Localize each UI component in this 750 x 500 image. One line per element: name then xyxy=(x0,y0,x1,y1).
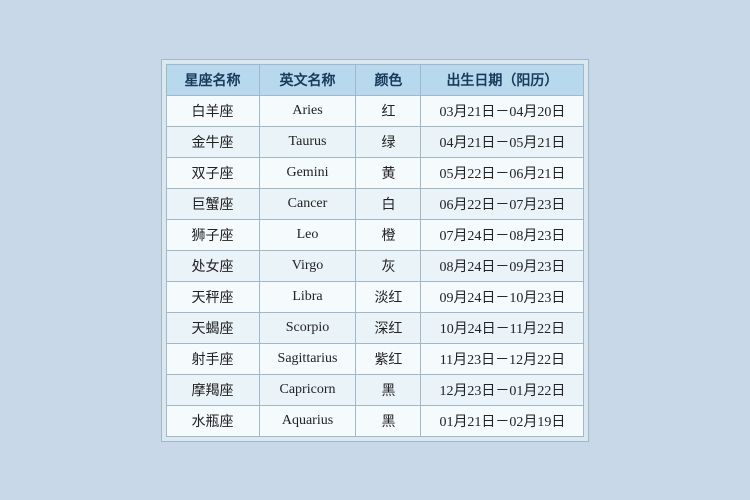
cell-color: 橙 xyxy=(356,219,421,250)
cell-english: Cancer xyxy=(259,188,356,219)
zodiac-table: 星座名称 英文名称 颜色 出生日期（阳历） 白羊座Aries红03月21日－04… xyxy=(166,64,585,437)
cell-dates: 08月24日－09月23日 xyxy=(421,250,584,281)
cell-color: 淡红 xyxy=(356,281,421,312)
cell-color: 灰 xyxy=(356,250,421,281)
cell-english: Sagittarius xyxy=(259,343,356,374)
col-header-english: 英文名称 xyxy=(259,64,356,95)
col-header-chinese: 星座名称 xyxy=(166,64,259,95)
cell-chinese: 天蝎座 xyxy=(166,312,259,343)
cell-dates: 03月21日－04月20日 xyxy=(421,95,584,126)
cell-chinese: 射手座 xyxy=(166,343,259,374)
table-row: 白羊座Aries红03月21日－04月20日 xyxy=(166,95,584,126)
cell-chinese: 狮子座 xyxy=(166,219,259,250)
cell-color: 黑 xyxy=(356,405,421,436)
table-row: 双子座Gemini黄05月22日－06月21日 xyxy=(166,157,584,188)
cell-color: 绿 xyxy=(356,126,421,157)
cell-chinese: 天秤座 xyxy=(166,281,259,312)
cell-english: Libra xyxy=(259,281,356,312)
cell-chinese: 水瓶座 xyxy=(166,405,259,436)
cell-dates: 12月23日－01月22日 xyxy=(421,374,584,405)
cell-dates: 06月22日－07月23日 xyxy=(421,188,584,219)
cell-english: Virgo xyxy=(259,250,356,281)
table-row: 金牛座Taurus绿04月21日－05月21日 xyxy=(166,126,584,157)
cell-dates: 05月22日－06月21日 xyxy=(421,157,584,188)
cell-color: 红 xyxy=(356,95,421,126)
table-row: 天蝎座Scorpio深红10月24日－11月22日 xyxy=(166,312,584,343)
cell-english: Taurus xyxy=(259,126,356,157)
col-header-dates: 出生日期（阳历） xyxy=(421,64,584,95)
cell-dates: 11月23日－12月22日 xyxy=(421,343,584,374)
cell-english: Gemini xyxy=(259,157,356,188)
cell-english: Capricorn xyxy=(259,374,356,405)
cell-dates: 07月24日－08月23日 xyxy=(421,219,584,250)
cell-dates: 01月21日－02月19日 xyxy=(421,405,584,436)
cell-english: Aquarius xyxy=(259,405,356,436)
table-body: 白羊座Aries红03月21日－04月20日金牛座Taurus绿04月21日－0… xyxy=(166,95,584,436)
cell-english: Scorpio xyxy=(259,312,356,343)
cell-chinese: 金牛座 xyxy=(166,126,259,157)
cell-color: 白 xyxy=(356,188,421,219)
cell-chinese: 巨蟹座 xyxy=(166,188,259,219)
col-header-color: 颜色 xyxy=(356,64,421,95)
cell-color: 深红 xyxy=(356,312,421,343)
cell-chinese: 摩羯座 xyxy=(166,374,259,405)
table-row: 水瓶座Aquarius黑01月21日－02月19日 xyxy=(166,405,584,436)
cell-english: Aries xyxy=(259,95,356,126)
cell-chinese: 双子座 xyxy=(166,157,259,188)
cell-color: 黑 xyxy=(356,374,421,405)
table-row: 天秤座Libra淡红09月24日－10月23日 xyxy=(166,281,584,312)
cell-chinese: 白羊座 xyxy=(166,95,259,126)
cell-color: 紫红 xyxy=(356,343,421,374)
cell-dates: 04月21日－05月21日 xyxy=(421,126,584,157)
cell-dates: 09月24日－10月23日 xyxy=(421,281,584,312)
table-row: 狮子座Leo橙07月24日－08月23日 xyxy=(166,219,584,250)
table-row: 射手座Sagittarius紫红11月23日－12月22日 xyxy=(166,343,584,374)
table-header-row: 星座名称 英文名称 颜色 出生日期（阳历） xyxy=(166,64,584,95)
table-row: 巨蟹座Cancer白06月22日－07月23日 xyxy=(166,188,584,219)
zodiac-table-container: 星座名称 英文名称 颜色 出生日期（阳历） 白羊座Aries红03月21日－04… xyxy=(161,59,590,442)
cell-dates: 10月24日－11月22日 xyxy=(421,312,584,343)
table-row: 处女座Virgo灰08月24日－09月23日 xyxy=(166,250,584,281)
cell-english: Leo xyxy=(259,219,356,250)
cell-color: 黄 xyxy=(356,157,421,188)
table-row: 摩羯座Capricorn黑12月23日－01月22日 xyxy=(166,374,584,405)
cell-chinese: 处女座 xyxy=(166,250,259,281)
